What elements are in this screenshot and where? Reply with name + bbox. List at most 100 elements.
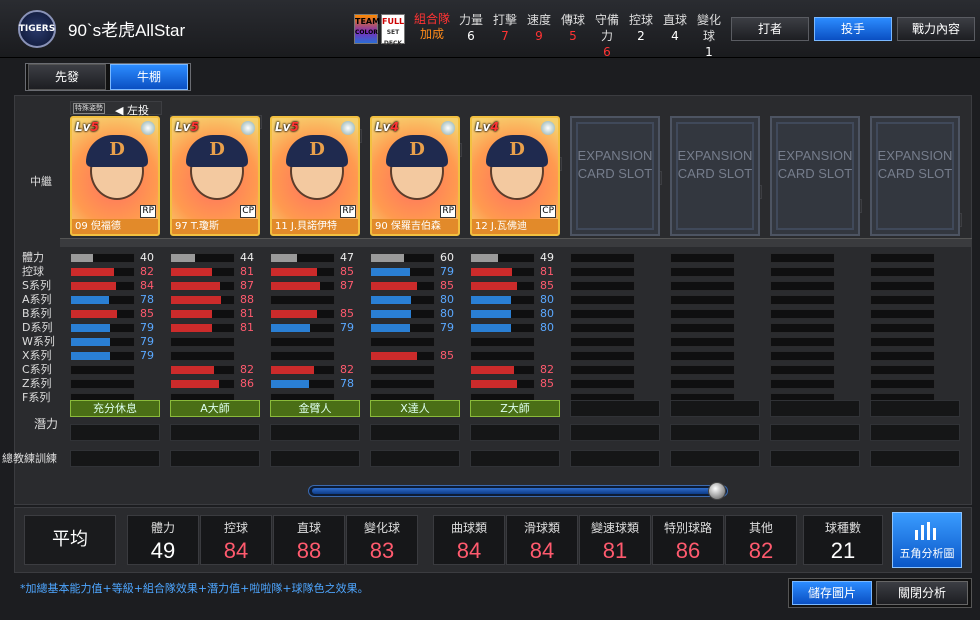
badge-full-text: FULL [382,17,405,26]
stat-value: 85 [440,349,454,362]
stat-bar [170,295,235,305]
average-cell-label: 體力 [150,521,175,535]
stat-value: 87 [240,279,254,292]
close-analysis-button[interactable]: 關閉分析 [876,581,968,605]
player-card-1[interactable]: Lv5 D CP 97 T.瓊斯 [170,116,260,236]
card-level-value: 5 [290,120,299,134]
combo-sub: 加成 [419,27,444,41]
stat-bar-fill [71,296,109,304]
stat-value: 82 [340,363,354,376]
pitcher-button[interactable]: 投手 [814,17,892,41]
bullpen-tab[interactable]: 牛棚 [110,64,188,90]
stat-bar [170,337,235,347]
player-name: 09 倪福德 [72,219,158,234]
stat-bar-fill [471,268,512,276]
potential-skill[interactable]: A大師 [170,400,260,417]
pentagon-analysis-button[interactable]: 五角分析圖 [892,512,962,568]
player-card-4[interactable]: Lv4 D CP 12 J.瓦佛迪 [470,116,560,236]
badge-team-sub: COLOR [355,29,378,36]
stat-label-8: C系列 [22,363,52,376]
stat-bar [670,351,735,361]
power-content-button[interactable]: 戰力內容 [897,17,975,41]
stat-bar [170,281,235,291]
potential-skill[interactable]: X達人 [370,400,460,417]
stat-bar [570,323,635,333]
stat-value: 84 [140,279,154,292]
stat-bar [370,281,435,291]
pitcher-type-badge: RP [440,205,456,218]
stat-bar [870,379,935,389]
header-stat-value: 9 [535,29,543,43]
position-label: 中繼 [30,175,52,188]
stat-bar [270,253,335,263]
header-stat-label: 傳球 [560,13,585,27]
stat-bar-fill [471,296,511,304]
header-stat-label: 直球 [662,13,687,27]
card-gem-icon [541,121,555,135]
stat-label-2: S系列 [22,279,51,292]
stat-value: 49 [540,251,554,264]
stat-label-7: X系列 [22,349,52,362]
stat-value: 80 [540,293,554,306]
stat-bar [870,253,935,263]
stat-value: 44 [240,251,254,264]
starter-tab[interactable]: 先發 [28,64,106,90]
player-name: 97 T.瓊斯 [172,219,258,234]
stat-bar [270,365,335,375]
badge-full-sub: SET DECK [383,29,403,47]
stat-bar-fill [271,366,314,374]
save-image-button[interactable]: 儲存圖片 [792,581,872,605]
stat-bar [670,365,735,375]
pitcher-type-badge: CP [240,205,256,218]
cap-logo: D [86,135,148,167]
player-card-0[interactable]: Lv5 D RP 09 倪福德 [70,116,160,236]
stat-value: 82 [240,363,254,376]
stat-bar [570,267,635,277]
cap-logo: D [186,135,248,167]
batter-button[interactable]: 打者 [731,17,809,41]
expansion-slot-text: EXPANSION CARD SLOT [877,148,953,181]
stat-bar-fill [171,254,195,262]
header-stat-1: 打擊 7 [490,12,520,44]
stat-bar [470,253,535,263]
potential-skill[interactable]: 充分休息 [70,400,160,417]
stat-bar [170,253,235,263]
stat-bar [670,309,735,319]
stat-bar-fill [71,268,114,276]
stat-bar [670,267,735,277]
header-stat-value: 2 [637,29,645,43]
average-cell-9: 球種數 21 [803,515,883,565]
stat-bar [770,323,835,333]
player-name: 90 保羅吉伯森 [372,219,458,234]
scroll-slider-knob[interactable] [708,482,726,500]
stat-value: 85 [540,377,554,390]
stat-value: 47 [340,251,354,264]
player-card-3[interactable]: Lv4 D RP 90 保羅吉伯森 [370,116,460,236]
special-pose-tag: 特殊姿勢 [73,103,105,114]
stat-bar [570,365,635,375]
average-cell-0: 體力 49 [127,515,199,565]
player-card-2[interactable]: Lv5 D RP 11 J.貝諾伊特 [270,116,360,236]
header-stat-2: 速度 9 [524,12,554,44]
card-level-value: 4 [390,120,399,134]
card-gem-icon [441,121,455,135]
potential-skill[interactable]: Z大師 [470,400,560,417]
average-cell-value: 88 [296,538,322,563]
stat-bar-fill [71,254,93,262]
stat-bar [470,337,535,347]
average-label: 平均 [24,515,116,565]
pitcher-type-badge: RP [140,205,156,218]
stat-bar [70,253,135,263]
stat-bar [570,351,635,361]
team-color-badge: TEAM COLOR [354,14,380,44]
stat-bar [270,267,335,277]
stat-bar [370,309,435,319]
stat-bar [70,365,135,375]
stat-label-10: F系列 [22,391,51,404]
coach-training-label: 總教練訓練 [2,452,57,465]
card-level: Lv4 [375,120,399,134]
stat-bar [770,379,835,389]
potential-skill[interactable]: 金臂人 [270,400,360,417]
stat-bar [870,337,935,347]
average-cell-value: 81 [602,538,628,563]
